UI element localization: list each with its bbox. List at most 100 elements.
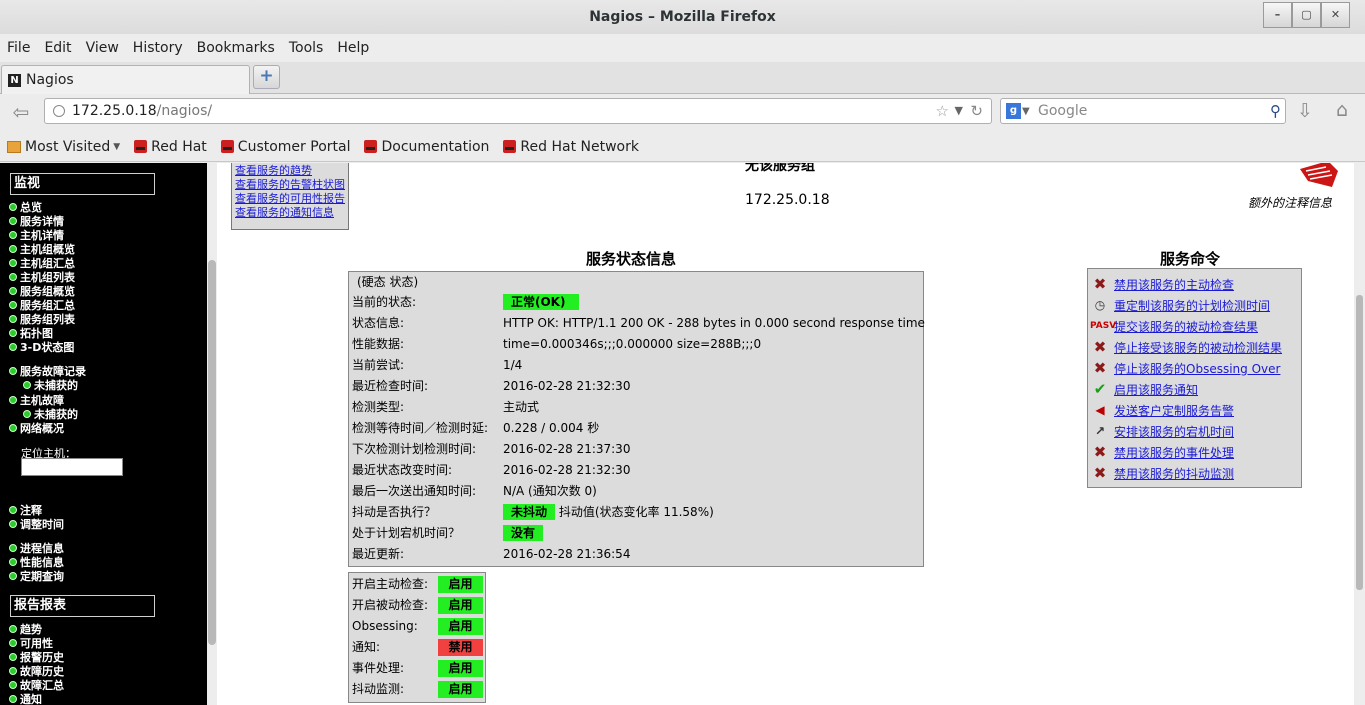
search-icon[interactable]: ⚲ (1270, 99, 1281, 123)
nagios-favicon-icon: N (8, 74, 21, 87)
nagios-sidebar: 监视 总览 服务详情 主机详情 主机组概览 主机组汇总 主机组列表 服务组概览 … (0, 163, 207, 705)
sidebar-item-label: 网络概况 (20, 422, 64, 435)
link-service-availability[interactable]: 查看服务的可用性报告 (235, 192, 345, 206)
close-button[interactable]: ✕ (1321, 2, 1350, 28)
row-label: 抖动监测: (352, 682, 405, 696)
back-arrow-icon[interactable]: ⇦ (6, 100, 36, 126)
row-value: N/A (通知次数 0) (503, 484, 597, 498)
maximize-button[interactable]: ▢ (1292, 2, 1321, 28)
minimize-button[interactable]: – (1263, 2, 1292, 28)
sidebar-scrollbar[interactable] (208, 260, 216, 645)
download-icon[interactable]: ⇩ (1297, 100, 1313, 122)
table-row: Obsessing: 启用 (349, 616, 485, 637)
menu-help[interactable]: Help (337, 40, 369, 56)
bookmark-label: Customer Portal (237, 138, 351, 155)
command-link[interactable]: 停止接受该服务的被动检测结果 (1114, 339, 1282, 356)
row-value: 2016-02-28 21:37:30 (503, 442, 631, 456)
tab-bar: N Nagios + (0, 62, 1365, 95)
command-link[interactable]: 禁用该服务的抖动监测 (1114, 465, 1234, 482)
search-engine-dropdown-icon[interactable]: ▼ (1022, 100, 1030, 124)
folder-icon (7, 140, 21, 153)
row-label: 抖动是否执行？ (352, 505, 437, 519)
reload-icon[interactable]: ↻ (970, 99, 983, 123)
bookmark-label: Red Hat Network (520, 138, 639, 155)
sidebar-item-scheduling-queue[interactable]: 定期查询 (9, 568, 64, 584)
sidebar-item-network-outages[interactable]: 网络概况 (9, 420, 64, 436)
flap-percent: 抖动值(状态变化率 11.58%) (558, 505, 714, 519)
home-icon[interactable]: ⌂ (1336, 99, 1348, 121)
locate-host-input[interactable] (21, 458, 123, 476)
check-icon: ✔ (1093, 380, 1107, 398)
row-value: 2016-02-28 21:36:54 (503, 547, 631, 561)
menu-file[interactable]: File (7, 40, 30, 56)
search-box[interactable]: g ▼ Google ⚲ (1000, 98, 1286, 124)
command-link[interactable]: 重定制该服务的计划检测时间 (1114, 297, 1270, 314)
command-link[interactable]: 禁用该服务的主动检查 (1114, 276, 1234, 293)
menu-edit[interactable]: Edit (44, 40, 71, 56)
sidebar-item-service-unhandled[interactable]: 未捕获的 (23, 377, 78, 393)
row-label: 开启被动检查: (352, 598, 429, 612)
command-link[interactable]: 启用该服务通知 (1114, 381, 1198, 398)
command-link[interactable]: 安排该服务的宕机时间 (1114, 423, 1234, 440)
status-badge: 启用 (438, 618, 483, 635)
list-item: ✖ 禁用该服务的事件处理 (1090, 442, 1301, 462)
url-host: 172.25.0.18 (72, 103, 157, 119)
window-title: Nagios – Mozilla Firefox (589, 9, 776, 25)
menu-view[interactable]: View (86, 40, 119, 56)
bookmark-documentation[interactable]: Documentation (364, 139, 489, 155)
sidebar-item-3d-map[interactable]: 3-D状态图 (9, 339, 74, 355)
list-item: ✖ 停止该服务的Obsessing Over (1090, 358, 1301, 378)
bullet-icon (9, 287, 17, 295)
new-tab-button[interactable]: + (253, 65, 280, 89)
navigation-bar: ⇦ 172.25.0.18/nagios/ ☆ ▼ ↻ g ▼ Google ⚲… (0, 94, 1365, 132)
url-dropdown-icon[interactable]: ▼ (955, 99, 963, 123)
menu-bookmarks[interactable]: Bookmarks (197, 40, 275, 56)
megaphone-icon: ◀ (1095, 403, 1105, 417)
sidebar-item-label: 调整时间 (20, 518, 64, 531)
status-badge: 启用 (438, 576, 483, 593)
scrollbar-thumb[interactable] (1356, 295, 1363, 590)
list-item: ✖ 停止接受该服务的被动检测结果 (1090, 337, 1301, 357)
status-badge: 启用 (438, 660, 483, 677)
bookmark-customer-portal[interactable]: Customer Portal (220, 138, 351, 155)
bookmark-star-icon[interactable]: ☆ (936, 99, 949, 123)
command-link[interactable]: 发送客户定制服务告警 (1114, 402, 1234, 419)
command-link[interactable]: 禁用该服务的事件处理 (1114, 444, 1234, 461)
link-service-notifications[interactable]: 查看服务的通知信息 (235, 206, 345, 220)
x-icon: ✖ (1093, 464, 1107, 482)
row-label: 通知: (352, 640, 381, 654)
passive-icon: PASV (1090, 321, 1117, 331)
bookmark-red-hat[interactable]: Red Hat (134, 139, 207, 155)
bookmark-most-visited[interactable]: Most Visited ▼ (7, 139, 120, 155)
row-label: 最近更新: (352, 547, 405, 561)
link-service-histogram[interactable]: 查看服务的告警柱状图 (235, 178, 345, 192)
page-scrollbar[interactable] (1354, 163, 1365, 705)
table-row: 处于计划宕机时间？ 没有 (349, 523, 923, 544)
row-value: HTTP OK: HTTP/1.1 200 OK - 288 bytes in … (503, 316, 925, 330)
row-label: 最后一次送出通知时间: (352, 484, 477, 498)
sidebar-item-notifications[interactable]: 通知 (9, 691, 42, 705)
menu-history[interactable]: History (133, 40, 183, 56)
bullet-icon (23, 410, 31, 418)
table-row: 检测类型: 主动式 (349, 397, 923, 418)
menu-tools[interactable]: Tools (289, 40, 324, 56)
sidebar-item-downtime[interactable]: 调整时间 (9, 516, 64, 532)
bullet-icon (9, 231, 17, 239)
tab-nagios[interactable]: N Nagios (1, 65, 250, 95)
chevron-down-icon: ▼ (113, 141, 121, 152)
bullet-icon (9, 273, 17, 281)
table-row: 事件处理: 启用 (349, 658, 485, 679)
bullet-icon (9, 245, 17, 253)
command-link[interactable]: 停止该服务的Obsessing Over (1114, 360, 1280, 377)
url-bar[interactable]: 172.25.0.18/nagios/ ☆ ▼ ↻ (44, 98, 992, 124)
row-label: 最近检查时间: (352, 379, 429, 393)
command-link[interactable]: 提交该服务的被动检查结果 (1114, 318, 1258, 335)
redhat-icon (134, 140, 148, 153)
table-row: 最近状态改变时间: 2016-02-28 21:32:30 (349, 460, 923, 481)
list-item: ✖ 禁用该服务的抖动监测 (1090, 463, 1301, 483)
bookmark-red-hat-network[interactable]: Red Hat Network (503, 139, 639, 155)
row-value: 2016-02-28 21:32:30 (503, 463, 631, 477)
link-service-trends[interactable]: 查看服务的趋势 (235, 164, 345, 178)
flapping-value: 未抖动 抖动值(状态变化率 11.58%) (503, 502, 714, 523)
list-item: ↗ 安排该服务的宕机时间 (1090, 421, 1301, 441)
